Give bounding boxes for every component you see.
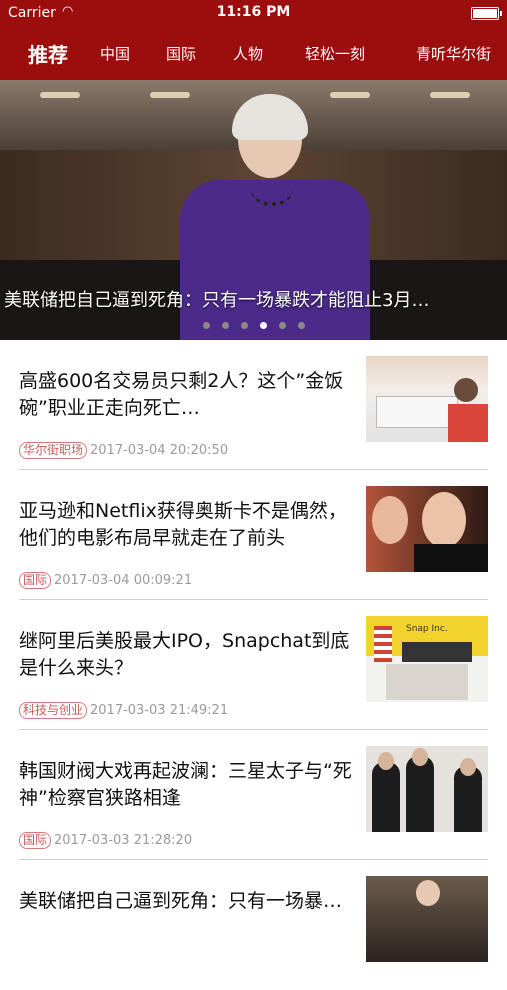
- tab-relax-moment[interactable]: 轻松一刻: [305, 43, 365, 64]
- tab-international[interactable]: 国际: [166, 43, 196, 64]
- article-thumbnail[interactable]: [366, 876, 488, 962]
- thumb-banner-text: Snap Inc.: [406, 624, 448, 634]
- article-date: 2017-03-03 21:49:21: [90, 703, 229, 718]
- article-item[interactable]: 韩国财阀大戏再起波澜：三星太子与“死神”检察官狭路相逢 国际 2017-03-03…: [0, 730, 507, 860]
- thumb-suit: [414, 544, 488, 572]
- person-hair: [232, 94, 308, 140]
- thumb-head: [412, 748, 428, 766]
- ceiling-light: [330, 92, 370, 98]
- article-title[interactable]: 韩国财阀大戏再起波澜：三星太子与“死神”检察官狭路相逢: [19, 758, 359, 812]
- article-tag: 国际: [19, 572, 52, 589]
- article-title[interactable]: 亚马逊和Netflix获得奥斯卡不是偶然，他们的电影布局早就走在了前头: [19, 498, 359, 552]
- thumb-person: [454, 378, 478, 402]
- thumb-head: [378, 752, 394, 770]
- article-item[interactable]: 美联储把自己逼到死角：只有一场暴…: [0, 860, 507, 990]
- article-thumbnail[interactable]: [366, 746, 488, 832]
- article-item[interactable]: 亚马逊和Netflix获得奥斯卡不是偶然，他们的电影布局早就走在了前头 国际 20…: [0, 470, 507, 600]
- carousel-dot[interactable]: [240, 322, 248, 329]
- article-meta: 科技与创业 2017-03-03 21:49:21: [19, 702, 228, 719]
- ceiling-light: [430, 92, 470, 98]
- article-tag: 科技与创业: [19, 702, 88, 719]
- article-date: 2017-03-04 00:09:21: [54, 573, 193, 588]
- hero-carousel[interactable]: 美联储把自己逼到死角：只有一场暴跌才能阻止3月…: [0, 80, 507, 340]
- thumb-face: [372, 496, 408, 544]
- article-meta: 华尔街职场 2017-03-04 20:20:50: [19, 442, 228, 459]
- thumb-person: [406, 756, 434, 832]
- article-date: 2017-03-04 20:20:50: [90, 443, 229, 458]
- carousel-dot[interactable]: [202, 322, 210, 329]
- article-title[interactable]: 高盛600名交易员只剩2人？这个”金饭碗”职业正走向死亡…: [19, 368, 359, 422]
- article-item[interactable]: 高盛600名交易员只剩2人？这个”金饭碗”职业正走向死亡… 华尔街职场 2017-…: [0, 340, 507, 470]
- category-tab-bar: 推荐 中国 国际 人物 轻松一刻 青听华尔街: [0, 26, 507, 80]
- ceiling-light: [150, 92, 190, 98]
- battery-fill: [473, 9, 497, 18]
- article-tag: 国际: [19, 832, 52, 849]
- thumb-face: [422, 492, 466, 548]
- article-thumbnail[interactable]: Snap Inc.: [366, 616, 488, 702]
- tab-listen-wall-street[interactable]: 青听华尔街: [416, 43, 491, 64]
- thumb-desk: [376, 396, 458, 428]
- article-title[interactable]: 美联储把自己逼到死角：只有一场暴…: [19, 888, 359, 915]
- tab-people[interactable]: 人物: [233, 43, 263, 64]
- thumb-people: [402, 642, 472, 662]
- ceiling-light: [40, 92, 80, 98]
- carousel-dot[interactable]: [297, 322, 305, 329]
- thumb-head: [416, 880, 440, 906]
- status-time: 11:16 PM: [216, 4, 291, 20]
- battery-icon: [471, 7, 502, 20]
- article-title[interactable]: 继阿里后美股最大IPO，Snapchat到底是什么来头？: [19, 628, 359, 682]
- tab-china[interactable]: 中国: [100, 43, 130, 64]
- carousel-dot[interactable]: [259, 322, 267, 329]
- article-thumbnail[interactable]: [366, 486, 488, 572]
- thumb-stand: [386, 664, 468, 700]
- hero-caption[interactable]: 美联储把自己逼到死角：只有一场暴跌才能阻止3月…: [4, 286, 429, 312]
- article-item[interactable]: 继阿里后美股最大IPO，Snapchat到底是什么来头？ 科技与创业 2017-0…: [0, 600, 507, 730]
- article-thumbnail[interactable]: [366, 356, 488, 442]
- status-bar: Carrier ◠ 11:16 PM: [0, 0, 507, 26]
- thumb-person: [372, 762, 400, 832]
- article-tag: 华尔街职场: [19, 442, 88, 459]
- tab-recommend[interactable]: 推荐: [28, 39, 68, 68]
- carousel-dot[interactable]: [221, 322, 229, 329]
- article-date: 2017-03-03 21:28:20: [54, 833, 193, 848]
- article-meta: 国际 2017-03-04 00:09:21: [19, 572, 192, 589]
- thumb-flag: [374, 626, 392, 662]
- thumb-head: [460, 758, 476, 776]
- carousel-dot[interactable]: [278, 322, 286, 329]
- thumb-red-block: [448, 404, 488, 442]
- carousel-page-indicator[interactable]: [0, 322, 507, 329]
- article-meta: 国际 2017-03-03 21:28:20: [19, 832, 192, 849]
